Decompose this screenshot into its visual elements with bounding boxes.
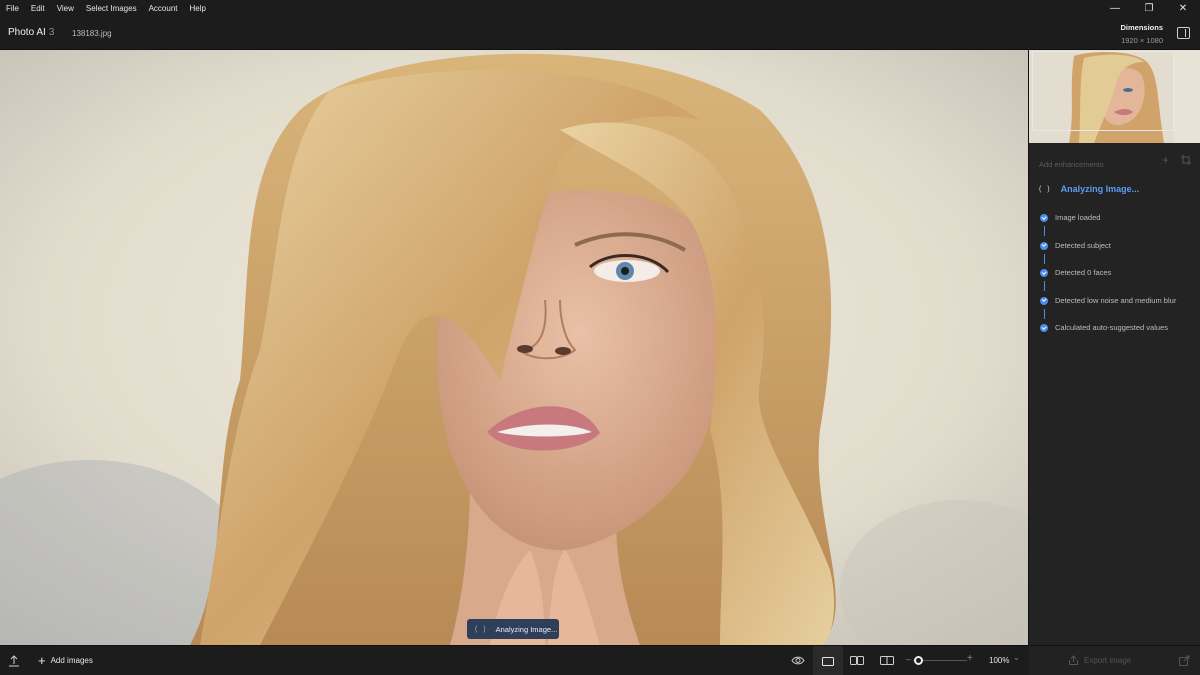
eye-icon[interactable] bbox=[791, 655, 805, 666]
step-label: Image loaded bbox=[1055, 213, 1101, 222]
dimensions-value: 1920 × 1080 bbox=[1121, 36, 1163, 45]
export-icon bbox=[1069, 655, 1078, 665]
menu-select-images[interactable]: Select Images bbox=[80, 0, 143, 17]
menu-help[interactable]: Help bbox=[184, 0, 212, 17]
split-view-icon[interactable] bbox=[880, 655, 894, 666]
export-settings-icon[interactable] bbox=[1179, 655, 1190, 666]
viewport-frame[interactable] bbox=[1032, 51, 1174, 131]
zoom-in-button[interactable]: + bbox=[967, 653, 973, 664]
step-label: Detected low noise and medium blur bbox=[1055, 295, 1177, 305]
menu-account[interactable]: Account bbox=[143, 0, 184, 17]
spinner-icon: ( ) bbox=[475, 625, 488, 633]
zoom-out-button[interactable]: – bbox=[906, 654, 911, 664]
menu-view[interactable]: View bbox=[51, 0, 80, 17]
step-connector bbox=[1043, 226, 1045, 236]
zoom-level[interactable]: 100% bbox=[989, 656, 1009, 665]
step-connector bbox=[1043, 308, 1045, 319]
restore-button[interactable]: ❐ bbox=[1132, 0, 1166, 17]
export-image-label: Export image bbox=[1084, 655, 1132, 665]
add-icon: + bbox=[38, 653, 46, 668]
export-image-button[interactable]: Export image bbox=[1069, 655, 1131, 665]
menu-bar: File Edit View Select Images Account Hel… bbox=[0, 0, 1200, 17]
spinner-icon: ( ) bbox=[1039, 185, 1052, 193]
bottom-toolbar: + Add images – + 100% ⌄ Export image bbox=[0, 645, 1200, 675]
analysis-steps: Image loaded Detected subject Detected 0… bbox=[1040, 212, 1176, 350]
add-icon[interactable]: + bbox=[1162, 154, 1169, 166]
window-controls: — ❐ ✕ bbox=[1098, 0, 1200, 17]
analysis-step: Detected low noise and medium blur bbox=[1040, 295, 1176, 323]
photo-ai-window: File Edit View Select Images Account Hel… bbox=[0, 0, 1200, 675]
close-button[interactable]: ✕ bbox=[1166, 0, 1200, 17]
menu-file[interactable]: File bbox=[0, 0, 25, 17]
dimensions-label: Dimensions bbox=[1120, 23, 1163, 32]
analysis-step: Calculated auto-suggested values bbox=[1040, 322, 1176, 350]
file-name-tab[interactable]: 138183.jpg bbox=[72, 29, 112, 38]
step-label: Detected subject bbox=[1055, 240, 1111, 250]
step-label: Calculated auto-suggested values bbox=[1055, 323, 1168, 332]
chevron-down-icon[interactable]: ⌄ bbox=[1013, 653, 1020, 662]
check-icon bbox=[1040, 241, 1048, 250]
single-view-button[interactable] bbox=[813, 646, 843, 675]
crop-icon[interactable] bbox=[1181, 155, 1191, 165]
analyzing-status-pill: ( ) Analyzing Image... bbox=[467, 619, 559, 639]
analysis-step: Image loaded bbox=[1040, 212, 1176, 240]
check-icon bbox=[1040, 214, 1048, 222]
minimize-button[interactable]: — bbox=[1098, 0, 1132, 17]
title-bar: Photo AI 3 138183.jpg Dimensions 1920 × 1… bbox=[0, 17, 1200, 50]
side-by-side-icon[interactable] bbox=[850, 655, 864, 666]
add-images-button[interactable]: + Add images bbox=[38, 654, 93, 667]
app-version: 3 bbox=[48, 27, 55, 38]
analyzing-pill-text: Analyzing Image... bbox=[495, 624, 558, 634]
image-canvas[interactable]: ( ) Analyzing Image... bbox=[0, 50, 1028, 645]
analysis-step: Detected 0 faces bbox=[1040, 267, 1176, 295]
app-title: Photo AI 3 bbox=[8, 27, 54, 38]
check-icon bbox=[1040, 269, 1048, 277]
panel-toggle-icon[interactable] bbox=[1177, 27, 1190, 39]
add-enhancements-row: Add enhancements + bbox=[1039, 154, 1191, 169]
check-icon bbox=[1040, 324, 1048, 332]
step-label: Detected 0 faces bbox=[1055, 268, 1112, 277]
right-panel: Add enhancements + ( ) Analyzing Image..… bbox=[1028, 50, 1200, 645]
add-enhancements-label: Add enhancements bbox=[1039, 160, 1104, 169]
check-icon bbox=[1040, 296, 1048, 305]
analyzing-header: ( ) Analyzing Image... bbox=[1039, 184, 1139, 194]
zoom-slider-handle[interactable] bbox=[914, 656, 923, 665]
app-name: Photo AI bbox=[8, 27, 46, 38]
navigator-thumbnail[interactable] bbox=[1029, 50, 1200, 143]
export-area: Export image bbox=[1029, 646, 1200, 675]
step-connector bbox=[1043, 281, 1045, 291]
menu-edit[interactable]: Edit bbox=[25, 0, 51, 17]
single-view-icon bbox=[822, 656, 834, 666]
step-connector bbox=[1043, 253, 1045, 264]
analysis-step: Detected subject bbox=[1040, 240, 1176, 268]
add-images-label: Add images bbox=[50, 656, 93, 665]
analyzing-title: Analyzing Image... bbox=[1060, 184, 1140, 194]
upload-icon[interactable] bbox=[8, 654, 20, 668]
portrait-photo bbox=[0, 50, 1028, 645]
dimensions-info: Dimensions 1920 × 1080 bbox=[1120, 23, 1163, 45]
